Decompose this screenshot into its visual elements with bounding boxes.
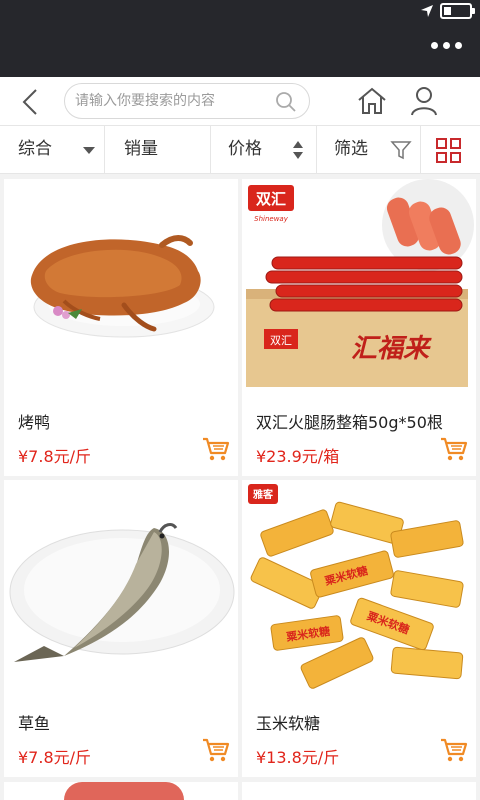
search-icon[interactable] bbox=[275, 91, 297, 113]
product-name: 双汇火腿肠整箱50g*50根 bbox=[256, 413, 443, 432]
add-to-cart-icon[interactable] bbox=[202, 737, 230, 763]
search-input[interactable] bbox=[75, 89, 271, 113]
dropdown-arrow-icon bbox=[83, 147, 95, 154]
brand-logo: 双汇 Shineway bbox=[248, 185, 294, 223]
product-image[interactable] bbox=[4, 179, 238, 401]
add-to-cart-icon[interactable] bbox=[440, 737, 468, 763]
filter-label: 筛选 bbox=[334, 139, 368, 159]
filter-tab[interactable]: 筛选 bbox=[334, 126, 368, 173]
product-card[interactable]: 草鱼 ¥7.8元/斤 bbox=[4, 480, 238, 777]
add-to-cart-icon[interactable] bbox=[440, 436, 468, 462]
product-image[interactable]: 双汇 Shineway 双汇 汇福来 bbox=[242, 179, 476, 401]
location-arrow-icon bbox=[421, 5, 433, 17]
sort-comprehensive-label: 综合 bbox=[18, 139, 52, 159]
product-card[interactable] bbox=[4, 782, 238, 800]
box-brand-label: 双汇 bbox=[270, 334, 292, 347]
sort-price-tab[interactable]: 价格 bbox=[228, 126, 262, 173]
brand-logo: 雅客 bbox=[248, 484, 278, 504]
box-product-label: 汇福来 bbox=[351, 334, 432, 364]
product-price: ¥23.9元/箱 bbox=[256, 447, 340, 466]
filter-bar: 综合 销量 价格 筛选 bbox=[0, 125, 480, 174]
brand-logo-subtext: Shineway bbox=[254, 215, 289, 223]
brand-logo-text: 双汇 bbox=[256, 190, 286, 208]
product-card[interactable] bbox=[242, 782, 476, 800]
product-name: 烤鸭 bbox=[18, 413, 51, 432]
sort-sales-tab[interactable]: 销量 bbox=[124, 126, 158, 173]
add-to-cart-icon[interactable] bbox=[202, 436, 230, 462]
user-profile-icon[interactable] bbox=[410, 85, 438, 117]
home-icon[interactable] bbox=[356, 85, 388, 117]
funnel-icon bbox=[390, 141, 412, 160]
sort-sales-label: 销量 bbox=[124, 139, 158, 159]
product-image[interactable] bbox=[4, 480, 238, 702]
sort-comprehensive-tab[interactable]: 综合 bbox=[18, 126, 52, 173]
more-menu-button[interactable] bbox=[431, 42, 462, 49]
search-box[interactable] bbox=[64, 83, 310, 119]
sort-price-label: 价格 bbox=[228, 139, 262, 159]
product-card[interactable]: 雅客 粟米软糖 粟米软糖 粟米软糖 玉米软糖 ¥13.8元/斤 bbox=[242, 480, 476, 777]
battery-icon bbox=[440, 3, 475, 19]
back-icon[interactable] bbox=[14, 85, 48, 119]
product-price: ¥7.8元/斤 bbox=[18, 748, 92, 767]
product-name: 草鱼 bbox=[18, 714, 51, 733]
brand-logo-text: 雅客 bbox=[253, 488, 274, 501]
grid-view-toggle-icon[interactable] bbox=[436, 138, 462, 164]
product-name: 玉米软糖 bbox=[256, 714, 321, 733]
sort-updown-icon bbox=[293, 141, 303, 159]
product-card[interactable]: 烤鸭 ¥7.8元/斤 bbox=[4, 179, 238, 476]
product-price: ¥7.8元/斤 bbox=[18, 447, 92, 466]
product-card[interactable]: 双汇 Shineway 双汇 汇福来 双汇火腿肠整箱50g*50根 ¥23.9元… bbox=[242, 179, 476, 476]
status-bar bbox=[0, 0, 480, 77]
product-image[interactable]: 雅客 粟米软糖 粟米软糖 粟米软糖 bbox=[242, 480, 476, 702]
product-price: ¥13.8元/斤 bbox=[256, 748, 340, 767]
top-navigation bbox=[0, 77, 480, 125]
